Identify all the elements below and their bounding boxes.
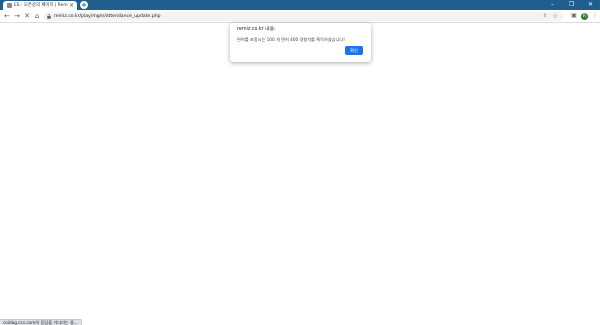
window-close-button[interactable]: ✕ (581, 0, 600, 10)
window-controls: – ❐ ✕ (543, 0, 600, 10)
alert-dialog: remiz.co.kr 내용: 면허를 포함시는 100 개 면허 400 경험… (230, 23, 371, 62)
favicon-icon (7, 3, 12, 8)
alert-origin: remiz.co.kr 내용: (237, 27, 276, 32)
tab-title: ES : 오픈강의 페이지 | Remic Space (14, 3, 68, 8)
new-tab-button[interactable]: + (80, 1, 88, 9)
share-icon[interactable]: ⇪ (543, 12, 547, 21)
stop-reload-button[interactable]: ✕ (22, 11, 32, 21)
maximize-button[interactable]: ❐ (562, 0, 581, 10)
menu-icon[interactable]: ⋮ (590, 11, 600, 21)
alert-message: 면허를 포함시는 100 개 면허 400 경험치를 획득하셨습니다! (237, 37, 345, 42)
forward-button[interactable]: → (12, 11, 22, 21)
status-bubble: coidag.ccs.com의 응답을 기다리는 중... (0, 319, 82, 325)
minimize-button[interactable]: – (543, 0, 562, 10)
bookmark-star-icon[interactable]: ☆ (553, 12, 558, 21)
profile-avatar[interactable]: R (581, 12, 588, 20)
url-text: remiz.co.kr/play/mgm/attendance_update.p… (54, 14, 161, 19)
tab-close-icon[interactable]: × (69, 1, 74, 10)
browser-tab[interactable]: ES : 오픈강의 페이지 | Remic Space × (3, 1, 77, 10)
home-button[interactable]: ⌂ (32, 11, 42, 21)
toolbar-right: ▣ R ⋮ (569, 11, 600, 21)
address-bar[interactable]: remiz.co.kr/play/mgm/attendance_update.p… (43, 12, 564, 21)
tab-strip: ES : 오픈강의 페이지 | Remic Space × + – ❐ ✕ (0, 0, 600, 10)
browser-toolbar: ← → ✕ ⌂ remiz.co.kr/play/mgm/attendance_… (0, 10, 600, 23)
lock-icon (47, 14, 51, 19)
back-button[interactable]: ← (2, 11, 12, 21)
extensions-icon[interactable]: ▣ (569, 11, 579, 21)
alert-ok-button[interactable]: 확인 (345, 46, 363, 55)
